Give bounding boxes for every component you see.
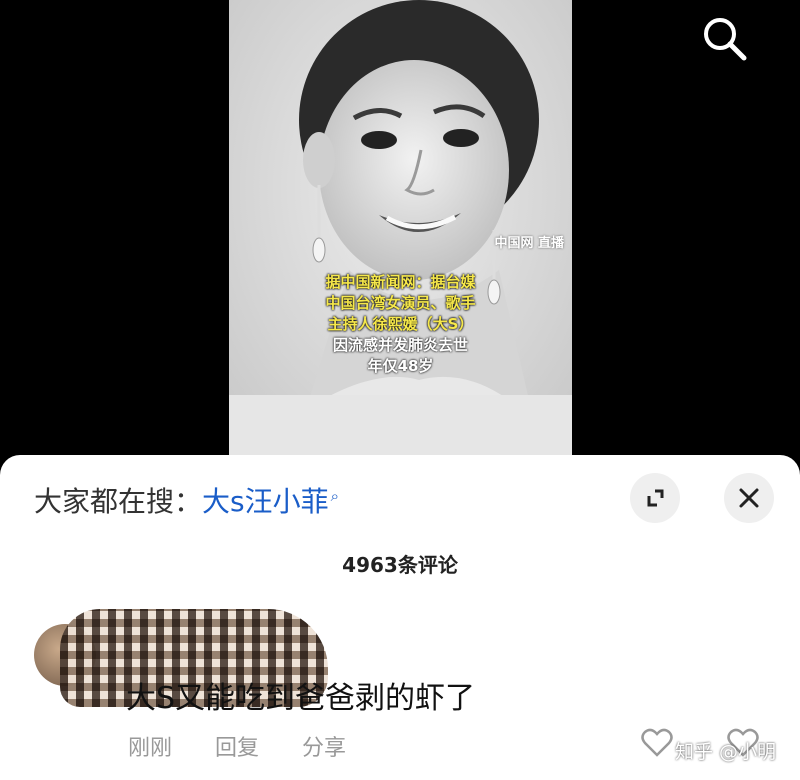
trending-prefix: 大家都在搜： bbox=[34, 485, 203, 518]
close-button[interactable] bbox=[724, 473, 774, 523]
trending-keyword[interactable]: 大s汪小菲 bbox=[202, 485, 329, 518]
search-button[interactable] bbox=[698, 12, 750, 64]
comment-time: 刚刚 bbox=[128, 736, 173, 761]
comment-actions: 刚刚 回复 分享 bbox=[128, 730, 382, 762]
search-icon bbox=[704, 18, 747, 61]
trending-search[interactable]: 大家都在搜：大s汪小菲 ⌕ bbox=[34, 480, 339, 520]
comment-count: 4963条评论 bbox=[342, 553, 458, 577]
caption-line: 年仅48岁 bbox=[367, 357, 434, 375]
zhihu-watermark: 知乎 @小明 bbox=[674, 741, 776, 763]
caption-line: 中国台湾女演员、歌手 bbox=[325, 294, 476, 312]
broadcaster-watermark: 中国网 直播 bbox=[494, 236, 564, 251]
close-icon bbox=[739, 488, 759, 508]
caption-line: 因流感并发肺炎去世 bbox=[332, 336, 468, 354]
expand-icon bbox=[647, 489, 664, 507]
search-icon: ⌕ bbox=[330, 486, 340, 505]
news-caption: 据中国新闻网：据台媒 中国台湾女演员、歌手 主持人徐熙媛（大S） 因流感并发肺炎… bbox=[229, 272, 572, 377]
caption-line: 主持人徐熙媛（大S） bbox=[327, 315, 474, 333]
heart-icon[interactable] bbox=[640, 725, 674, 759]
share-button[interactable]: 分享 bbox=[302, 736, 346, 761]
expand-button[interactable] bbox=[630, 473, 680, 523]
comment-sheet: 大家都在搜：大s汪小菲 ⌕ 4963条评论 大S又能吃到爸爸剥的虾了 刚刚 回复 … bbox=[0, 455, 800, 780]
reply-button[interactable]: 回复 bbox=[215, 736, 259, 761]
video-frame: 中国网 直播 据中国新闻网：据台媒 中国台湾女演员、歌手 主持人徐熙媛（大S） … bbox=[229, 0, 572, 470]
comment-text: 大S又能吃到爸爸剥的虾了 bbox=[126, 681, 476, 716]
video-player[interactable]: 中国网 直播 据中国新闻网：据台媒 中国台湾女演员、歌手 主持人徐熙媛（大S） … bbox=[0, 0, 800, 470]
caption-line: 据中国新闻网：据台媒 bbox=[325, 273, 476, 291]
